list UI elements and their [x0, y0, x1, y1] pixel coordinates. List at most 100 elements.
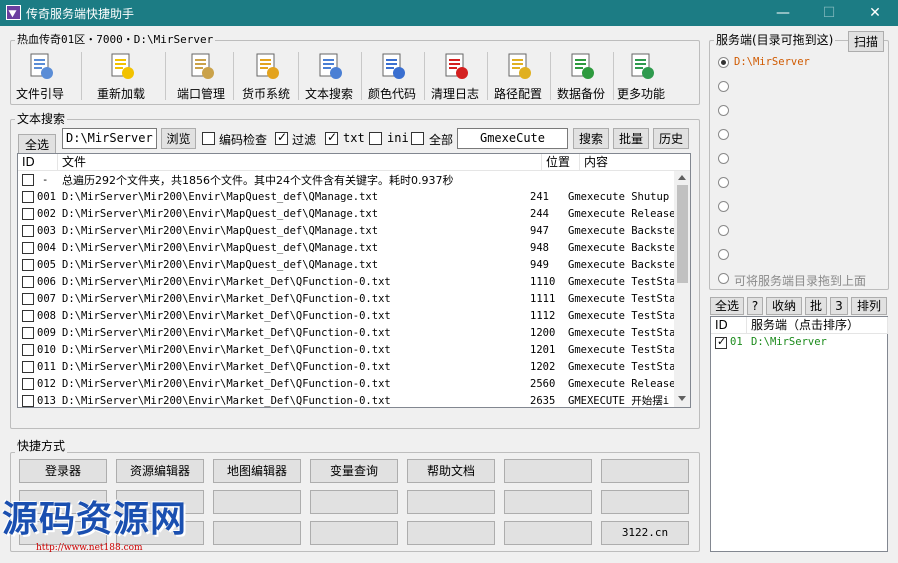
table-row[interactable]: 005 D:\MirServer\Mir200\Envir\MapQuest_de…	[18, 257, 688, 274]
scroll-thumb[interactable]	[677, 185, 688, 283]
table-row[interactable]: 004 D:\MirServer\Mir200\Envir\MapQuest_de…	[18, 240, 688, 257]
shortcut-button[interactable]	[504, 459, 592, 483]
server-radio[interactable]	[718, 129, 729, 140]
server-row-path[interactable]: D:\MirServer	[751, 336, 827, 348]
shortcut-button[interactable]	[310, 490, 398, 514]
all-checkbox[interactable]	[411, 132, 424, 145]
toolbar-button-4[interactable]: 文本搜索	[298, 48, 360, 102]
row-checkbox[interactable]	[22, 344, 34, 356]
server-count-button[interactable]: 3	[830, 297, 848, 315]
close-button[interactable]: ✕	[852, 0, 898, 26]
column-position[interactable]: 位置	[542, 154, 580, 171]
server-select-all-button[interactable]: 全选	[710, 297, 744, 315]
table-row[interactable]: 013 D:\MirServer\Mir200\Envir\Market_Def\…	[18, 393, 688, 407]
results-scrollbar[interactable]	[674, 171, 690, 407]
row-checkbox[interactable]	[22, 378, 34, 390]
table-row[interactable]: 012 D:\MirServer\Mir200\Envir\Market_Def\…	[18, 376, 688, 393]
table-row[interactable]: 011 D:\MirServer\Mir200\Envir\Market_Def\…	[18, 359, 688, 376]
batch-button[interactable]: 批量	[613, 128, 649, 149]
keyword-input[interactable]: GmexeCute	[457, 128, 568, 149]
shortcut-button[interactable]	[601, 490, 689, 514]
toolbar-button-5[interactable]: 颜色代码	[361, 48, 423, 102]
server-radio[interactable]	[718, 177, 729, 188]
table-row[interactable]: 001 D:\MirServer\Mir200\Envir\MapQuest_de…	[18, 189, 688, 206]
shortcut-button[interactable]	[504, 521, 592, 545]
table-row[interactable]: 003 D:\MirServer\Mir200\Envir\MapQuest_de…	[18, 223, 688, 240]
server-row-checkbox[interactable]: ✓	[715, 335, 727, 349]
server-list[interactable]: ID 服务端（点击排序） ✓ 01 D:\MirServer	[710, 316, 888, 552]
shortcut-button[interactable]: 变量查询	[310, 459, 398, 483]
toolbar-button-7[interactable]: 路径配置	[487, 48, 549, 102]
row-checkbox[interactable]	[22, 293, 34, 305]
shortcut-button[interactable]	[407, 490, 495, 514]
table-row[interactable]: 009 D:\MirServer\Mir200\Envir\Market_Def\…	[18, 325, 688, 342]
toolbar-button-6[interactable]: 清理日志	[424, 48, 486, 102]
minimize-button[interactable]: —	[760, 0, 806, 26]
row-checkbox[interactable]	[22, 276, 34, 288]
server-radio[interactable]	[718, 57, 729, 68]
toolbar-button-2[interactable]: 端口管理	[170, 48, 232, 102]
shortcut-button[interactable]	[504, 490, 592, 514]
search-button[interactable]: 搜索	[573, 128, 609, 149]
row-checkbox[interactable]	[22, 259, 34, 271]
server-help-button[interactable]: ?	[747, 297, 763, 315]
server-column-path[interactable]: 服务端（点击排序）	[747, 317, 888, 334]
collapse-button[interactable]: 收纳	[766, 297, 802, 315]
server-radio[interactable]	[718, 81, 729, 92]
table-row[interactable]: 007 D:\MirServer\Mir200\Envir\Market_Def\…	[18, 291, 688, 308]
server-column-id[interactable]: ID	[711, 317, 747, 334]
sort-button[interactable]: 排列	[851, 297, 887, 315]
shortcut-button[interactable]: 地图编辑器	[213, 459, 301, 483]
maximize-button[interactable]: ☐	[806, 0, 852, 26]
row-checkbox[interactable]	[22, 327, 34, 339]
shortcut-button[interactable]: 登录器	[19, 459, 107, 483]
shortcut-button[interactable]	[601, 459, 689, 483]
shortcut-button[interactable]	[407, 521, 495, 545]
column-id[interactable]: ID	[18, 154, 58, 171]
row-checkbox[interactable]	[22, 395, 34, 407]
scan-button[interactable]: 扫描	[848, 31, 884, 52]
table-row[interactable]: 010 D:\MirServer\Mir200\Envir\Market_Def\…	[18, 342, 688, 359]
scroll-down-icon[interactable]	[678, 396, 686, 401]
history-button[interactable]: 历史	[653, 128, 689, 149]
shortcut-button[interactable]	[213, 521, 301, 545]
row-checkbox[interactable]	[22, 361, 34, 373]
table-row[interactable]: 002 D:\MirServer\Mir200\Envir\MapQuest_de…	[18, 206, 688, 223]
shortcut-button[interactable]	[213, 490, 301, 514]
row-checkbox[interactable]	[22, 242, 34, 254]
toolbar-button-3[interactable]: 货币系统	[235, 48, 297, 102]
ini-checkbox[interactable]	[369, 132, 382, 145]
encoding-check-checkbox[interactable]	[202, 132, 215, 145]
toolbar-button-0[interactable]: 文件引导	[14, 48, 66, 102]
txt-checkbox[interactable]	[325, 130, 338, 145]
row-checkbox[interactable]	[22, 208, 34, 220]
summary-row[interactable]: - 总遍历292个文件夹，共1856个文件。其中24个文件含有关键字。耗时0.93…	[18, 172, 688, 189]
toolbar-button-9[interactable]: 更多功能	[613, 48, 669, 102]
shortcut-button[interactable]: 3122.cn	[601, 521, 689, 545]
server-radio[interactable]	[718, 273, 729, 284]
row-checkbox[interactable]	[22, 174, 34, 186]
row-checkbox[interactable]	[22, 310, 34, 322]
server-batch-button[interactable]: 批	[805, 297, 827, 315]
shortcut-button[interactable]: 资源编辑器	[116, 459, 204, 483]
row-checkbox[interactable]	[22, 225, 34, 237]
row-checkbox[interactable]	[22, 191, 34, 203]
toolbar-button-1[interactable]: 重新加载	[92, 48, 150, 102]
server-radio[interactable]	[718, 225, 729, 236]
server-radio[interactable]	[718, 105, 729, 116]
browse-button[interactable]: 浏览	[161, 128, 196, 149]
server-radio[interactable]	[718, 249, 729, 260]
shortcut-button[interactable]: 帮助文档	[407, 459, 495, 483]
search-path-input[interactable]: D:\MirServer	[62, 128, 157, 149]
filter-checkbox[interactable]	[275, 130, 288, 145]
column-content[interactable]: 内容	[580, 154, 690, 171]
column-file[interactable]: 文件	[58, 154, 542, 171]
table-row[interactable]: 008 D:\MirServer\Mir200\Envir\Market_Def\…	[18, 308, 688, 325]
shortcut-button[interactable]	[310, 521, 398, 545]
table-row[interactable]: 006 D:\MirServer\Mir200\Envir\Market_Def\…	[18, 274, 688, 291]
results-list[interactable]: ID 文件 位置 内容 - 总遍历292个文件夹，共1856个文件。其中24个文件…	[17, 153, 691, 408]
scroll-up-icon[interactable]	[678, 175, 686, 180]
toolbar-button-8[interactable]: 数据备份	[550, 48, 612, 102]
server-radio[interactable]	[718, 201, 729, 212]
server-radio[interactable]	[718, 153, 729, 164]
